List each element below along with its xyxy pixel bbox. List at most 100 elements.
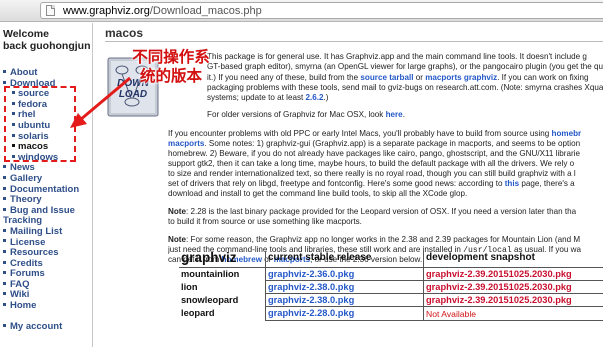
browser-window: www.graphviz.org/Download_macos.php Welc… [0,0,603,347]
this-page-link[interactable]: this [505,179,519,188]
sidebar-item-label: My account [10,321,63,333]
bullet-icon [3,271,6,275]
text-run: GT-based graph editor), smyrna (an OpenG… [207,62,603,71]
url-domain: www.graphviz.org [63,5,150,17]
logo-text-bottom: LOAD [119,89,147,100]
text-run: If you encounter problems with old PPC o… [168,129,552,138]
sidebar-item-label: Forums [10,268,45,280]
text-run: : 2.28 is the last binary package provid… [186,207,577,216]
bullet-icon [3,324,6,328]
macports-link[interactable]: macports [168,139,204,148]
annotation-label: 不同操作系 统的版本 [130,48,212,86]
bullet-icon [3,250,6,254]
macports-graphviz-link[interactable]: macports graphviz [425,73,497,82]
url-text[interactable]: www.graphviz.org/Download_macos.php [63,5,262,17]
sidebar-item-label: Gallery [10,172,43,184]
table-divider [265,320,603,321]
dev-download-link[interactable]: graphviz-2.39.20151025.2030.pkg [426,282,572,292]
bullet-icon [3,239,6,243]
address-bar[interactable]: www.graphviz.org/Download_macos.php [40,2,603,19]
text-run: page, there's a [519,179,575,188]
xquartz-version-link[interactable]: 2.6.2 [306,93,324,102]
sidebar-item-label: About [10,67,38,78]
table-cell-os: mountainlion [181,269,240,279]
not-available-text: Not Available [426,309,477,319]
table-cell-os: leopard [181,308,215,318]
table-row: lion graphviz-2.38.0.pkg graphviz-2.39.2… [179,282,603,293]
table-divider [265,251,266,320]
bullet-icon [3,69,6,73]
table-header-stable: current stable release [268,252,372,263]
url-path: /Download_macos.php [149,5,262,17]
text-run: For older versions of Graphviz for Mac O… [207,110,386,119]
homebrew-link[interactable]: homebr [552,129,582,138]
annotation-highlight-box [4,86,76,162]
sidebar-item-bug-tracking[interactable]: Bug and Issue Tracking [3,205,91,227]
bullet-icon [3,207,6,211]
page-title: macos [105,26,144,40]
ppc-note-line-1: If you encounter problems with old PPC o… [168,129,581,139]
table-cell-stable: graphviz-2.38.0.pkg [268,282,423,292]
text-run: homebrew. 2) Beware, if you do not alrea… [168,149,580,158]
dev-download-link[interactable]: graphviz-2.39.20151025.2030.pkg [426,295,572,305]
table-header-dev: development snapshot [426,252,535,263]
sidebar-item-home[interactable]: Home [3,300,91,312]
sidebar-item-my-account[interactable]: My account [3,321,91,333]
stable-download-link[interactable]: graphviz-2.38.0.pkg [268,295,354,305]
sidebar-item-label: Documentation [10,183,80,195]
sidebar-item-label: Credits [10,257,43,269]
text-run: packaging problems with these tools, sen… [207,83,603,92]
text-run: to size and render internationalized tex… [168,169,576,178]
sidebar-item-label: Home [10,300,37,312]
page-icon [46,5,55,16]
text-run: download and install to get the command … [168,189,468,198]
bullet-icon [3,303,6,307]
ppc-note-line-3: homebrew. 2) Beware, if you do not alrea… [168,149,580,159]
bullet-icon [3,186,6,190]
sidebar-item-label: Wiki [10,289,30,301]
table-divider [179,267,603,268]
table-cell-os: lion [181,282,198,292]
ppc-note-line-4: support gtk2, then it can take a long ti… [168,159,574,169]
table-row: leopard graphviz-2.28.0.pkg Not Availabl… [179,308,603,319]
bullet-icon [3,80,6,84]
intro-line-4: packaging problems with these tools, sen… [207,83,603,93]
table-cell-stable: graphviz-2.38.0.pkg [268,295,423,305]
table-cell-dev: graphviz-2.39.20151025.2030.pkg [426,282,603,292]
bullet-icon [3,197,6,201]
intro-line-2: GT-based graph editor), smyrna (an OpenG… [207,62,603,72]
welcome-line: Welcome [3,28,49,40]
stable-download-link[interactable]: graphviz-2.36.0.pkg [268,269,354,279]
bullet-icon [3,260,6,264]
stable-download-link[interactable]: graphviz-2.38.0.pkg [268,282,354,292]
text-run: systems; update to at least [207,93,306,102]
bullet-icon [3,165,6,169]
text-run: to build it from source or use something… [168,217,362,226]
older-versions-link[interactable]: here [386,110,403,119]
text-run: This package is for general use. It has … [207,52,587,61]
user-name: back guohongjun [3,40,91,52]
table-divider [265,306,603,307]
note-label: Note [168,207,186,216]
sidebar-item-label: License [10,236,46,248]
leopard-note-line-2: to build it from source or use something… [168,217,362,227]
note-label: Note [168,235,186,244]
table-cell-dev: graphviz-2.39.20151025.2030.pkg [426,295,603,305]
table-cell-dev: Not Available [426,309,603,319]
bullet-icon [3,175,6,179]
table-divider [265,293,603,294]
ppc-note-line-2: macports. Some notes: 1) graphviz-gui (G… [168,139,580,149]
text-run: it.) If you need any of these, build fro… [207,73,361,82]
app-note-line-1: Note: For some reason, the Graphviz app … [168,235,580,245]
dev-download-link[interactable]: graphviz-2.39.20151025.2030.pkg [426,269,572,279]
welcome-message: Welcome back guohongjun [3,28,91,52]
intro-line-1: This package is for general use. It has … [207,52,587,62]
stable-download-link[interactable]: graphviz-2.28.0.pkg [268,308,354,318]
table-cell-stable: graphviz-2.28.0.pkg [268,308,423,318]
annotation-line-1: 不同操作系 [132,49,210,66]
source-tarball-link[interactable]: source tarball [360,73,413,82]
table-header-row: graphviz current stable release developm… [179,250,603,265]
ppc-note-line-5: to size and render internationalized tex… [168,169,576,179]
annotation-line-2: 统的版本 [139,68,202,85]
sidebar: Welcome back guohongjun About Download s… [0,23,92,347]
